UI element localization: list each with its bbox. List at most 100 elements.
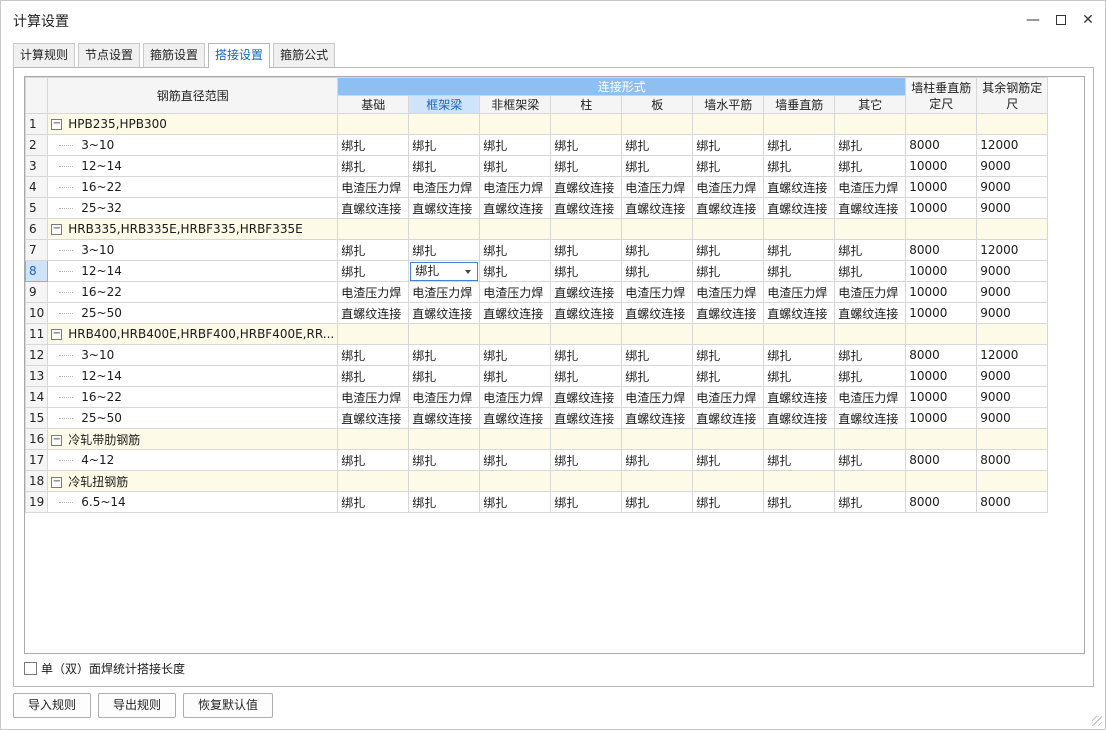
steel-grade-cell[interactable]: − 冷轧扭钢筋 <box>47 470 339 492</box>
resize-grip-icon[interactable] <box>1092 716 1102 726</box>
diameter-range-cell[interactable]: 16~22 <box>47 176 339 198</box>
diameter-range-cell[interactable]: 3~10 <box>47 239 339 261</box>
wall-length-cell[interactable]: 10000 <box>905 176 978 198</box>
connection-cell[interactable] <box>550 470 623 492</box>
other-length-cell[interactable]: 12000 <box>976 344 1049 366</box>
table-group-row[interactable]: 16− 冷轧带肋钢筋 <box>25 428 1049 450</box>
other-length-cell[interactable]: 9000 <box>976 386 1049 408</box>
wall-length-cell[interactable] <box>905 470 978 492</box>
connection-cell[interactable]: 绑扎 <box>763 260 836 282</box>
row-number[interactable]: 2 <box>25 134 49 156</box>
header-connection-1[interactable]: 框架梁 <box>408 95 481 114</box>
connection-cell[interactable]: 绑扎 <box>337 134 410 156</box>
connection-cell[interactable] <box>408 428 481 450</box>
connection-cell[interactable]: 绑扎 <box>834 134 907 156</box>
connection-cell[interactable]: 绑扎 <box>550 491 623 513</box>
connection-cell[interactable]: 电渣压力焊 <box>692 176 765 198</box>
other-length-cell[interactable] <box>976 218 1049 240</box>
table-row[interactable]: 2 3~10 绑扎 绑扎 绑扎 绑扎 绑扎 绑扎 绑扎 绑扎 8000 12000 <box>25 134 1049 156</box>
connection-cell[interactable] <box>550 323 623 345</box>
collapse-icon[interactable]: − <box>51 224 63 235</box>
collapse-icon[interactable]: − <box>51 119 63 130</box>
connection-cell[interactable]: 直螺纹连接 <box>834 407 907 429</box>
connection-cell[interactable] <box>692 470 765 492</box>
connection-cell[interactable] <box>337 323 410 345</box>
header-other-length[interactable]: 其余钢筋定尺 <box>976 77 1049 114</box>
diameter-range-cell[interactable]: 3~10 <box>47 134 339 156</box>
table-row[interactable]: 14 16~22 电渣压力焊 电渣压力焊 电渣压力焊 直螺纹连接 电渣压力焊 电渣压力焊 直螺纹… <box>25 386 1049 408</box>
other-length-cell[interactable]: 9000 <box>976 407 1049 429</box>
connection-cell[interactable]: 绑扎 <box>408 365 481 387</box>
connection-cell[interactable]: 绑扎 <box>692 260 765 282</box>
row-number[interactable]: 10 <box>25 302 49 324</box>
connection-cell[interactable]: 绑扎 <box>337 239 410 261</box>
connection-cell[interactable]: 绑扎 <box>834 260 907 282</box>
other-length-cell[interactable]: 9000 <box>976 155 1049 177</box>
connection-cell[interactable]: 直螺纹连接 <box>621 197 694 219</box>
header-wall-column-length[interactable]: 墙柱垂直筋定尺 <box>905 77 978 114</box>
row-number[interactable]: 4 <box>25 176 49 198</box>
connection-cell[interactable]: 绑扎 <box>337 344 410 366</box>
diameter-range-cell[interactable]: 25~32 <box>47 197 339 219</box>
connection-cell[interactable] <box>692 113 765 135</box>
connection-cell[interactable]: 电渣压力焊 <box>479 386 552 408</box>
connection-cell[interactable] <box>692 218 765 240</box>
other-length-cell[interactable]: 12000 <box>976 134 1049 156</box>
tab-lap-settings[interactable]: 搭接设置 <box>208 43 271 68</box>
connection-cell[interactable]: 绑扎 <box>834 155 907 177</box>
connection-cell[interactable] <box>408 218 481 240</box>
header-diameter-range[interactable]: 钢筋直径范围 <box>47 77 339 114</box>
connection-cell[interactable]: 直螺纹连接 <box>550 386 623 408</box>
connection-cell[interactable]: 直螺纹连接 <box>408 302 481 324</box>
connection-cell[interactable] <box>763 470 836 492</box>
row-number[interactable]: 7 <box>25 239 49 261</box>
table-row[interactable]: 13 12~14 绑扎 绑扎 绑扎 绑扎 绑扎 绑扎 绑扎 绑扎 10000 9000 <box>25 365 1049 387</box>
connection-cell[interactable]: 电渣压力焊 <box>337 281 410 303</box>
header-connection-5[interactable]: 墙水平筋 <box>692 95 765 114</box>
connection-cell[interactable]: 绑扎 <box>479 155 552 177</box>
diameter-range-cell[interactable]: 6.5~14 <box>47 491 339 513</box>
connection-cell[interactable]: 绑扎 <box>337 155 410 177</box>
wall-length-cell[interactable] <box>905 218 978 240</box>
connection-cell[interactable]: 绑扎 <box>692 491 765 513</box>
row-number[interactable]: 14 <box>25 386 49 408</box>
connection-cell[interactable] <box>479 470 552 492</box>
table-row[interactable]: 10 25~50 直螺纹连接 直螺纹连接 直螺纹连接 直螺纹连接 直螺纹连接 直螺纹连接 直螺纹… <box>25 302 1049 324</box>
wall-length-cell[interactable]: 10000 <box>905 302 978 324</box>
connection-cell[interactable]: 直螺纹连接 <box>408 407 481 429</box>
diameter-range-cell[interactable]: 12~14 <box>47 155 339 177</box>
table-row[interactable]: 7 3~10 绑扎 绑扎 绑扎 绑扎 绑扎 绑扎 绑扎 绑扎 8000 12000 <box>25 239 1049 261</box>
connection-cell[interactable]: 绑扎 <box>763 491 836 513</box>
connection-cell[interactable]: 绑扎 <box>550 155 623 177</box>
connection-cell[interactable]: 绑扎 <box>408 239 481 261</box>
connection-cell[interactable]: 绑扎 <box>479 344 552 366</box>
connection-cell[interactable]: 电渣压力焊 <box>408 176 481 198</box>
table-row[interactable]: 3 12~14 绑扎 绑扎 绑扎 绑扎 绑扎 绑扎 绑扎 绑扎 10000 9000 <box>25 155 1049 177</box>
steel-grade-cell[interactable]: − 冷轧带肋钢筋 <box>47 428 339 450</box>
minimize-icon[interactable]: — <box>1019 9 1047 31</box>
table-row[interactable]: 15 25~50 直螺纹连接 直螺纹连接 直螺纹连接 直螺纹连接 直螺纹连接 直螺纹连接 直螺纹… <box>25 407 1049 429</box>
other-length-cell[interactable]: 9000 <box>976 281 1049 303</box>
wall-length-cell[interactable]: 8000 <box>905 344 978 366</box>
other-length-cell[interactable]: 9000 <box>976 197 1049 219</box>
connection-cell[interactable]: 电渣压力焊 <box>834 386 907 408</box>
connection-cell[interactable]: 绑扎 <box>763 449 836 471</box>
connection-cell[interactable]: 直螺纹连接 <box>337 407 410 429</box>
connection-cell[interactable]: 绑扎 <box>408 449 481 471</box>
connection-cell[interactable]: 绑扎 <box>337 449 410 471</box>
connection-cell[interactable]: 直螺纹连接 <box>479 197 552 219</box>
other-length-cell[interactable]: 9000 <box>976 365 1049 387</box>
connection-cell[interactable] <box>763 323 836 345</box>
other-length-cell[interactable] <box>976 323 1049 345</box>
connection-cell[interactable]: 直螺纹连接 <box>408 197 481 219</box>
connection-cell[interactable] <box>692 428 765 450</box>
wall-length-cell[interactable]: 10000 <box>905 197 978 219</box>
connection-cell[interactable]: 绑扎 <box>692 365 765 387</box>
connection-cell[interactable]: 绑扎 <box>834 491 907 513</box>
connection-cell[interactable]: 电渣压力焊 <box>337 386 410 408</box>
connection-cell[interactable]: 直螺纹连接 <box>550 407 623 429</box>
wall-length-cell[interactable]: 10000 <box>905 407 978 429</box>
connection-cell[interactable] <box>763 428 836 450</box>
connection-cell[interactable]: 绑扎 <box>692 155 765 177</box>
connection-cell[interactable]: 直螺纹连接 <box>692 407 765 429</box>
